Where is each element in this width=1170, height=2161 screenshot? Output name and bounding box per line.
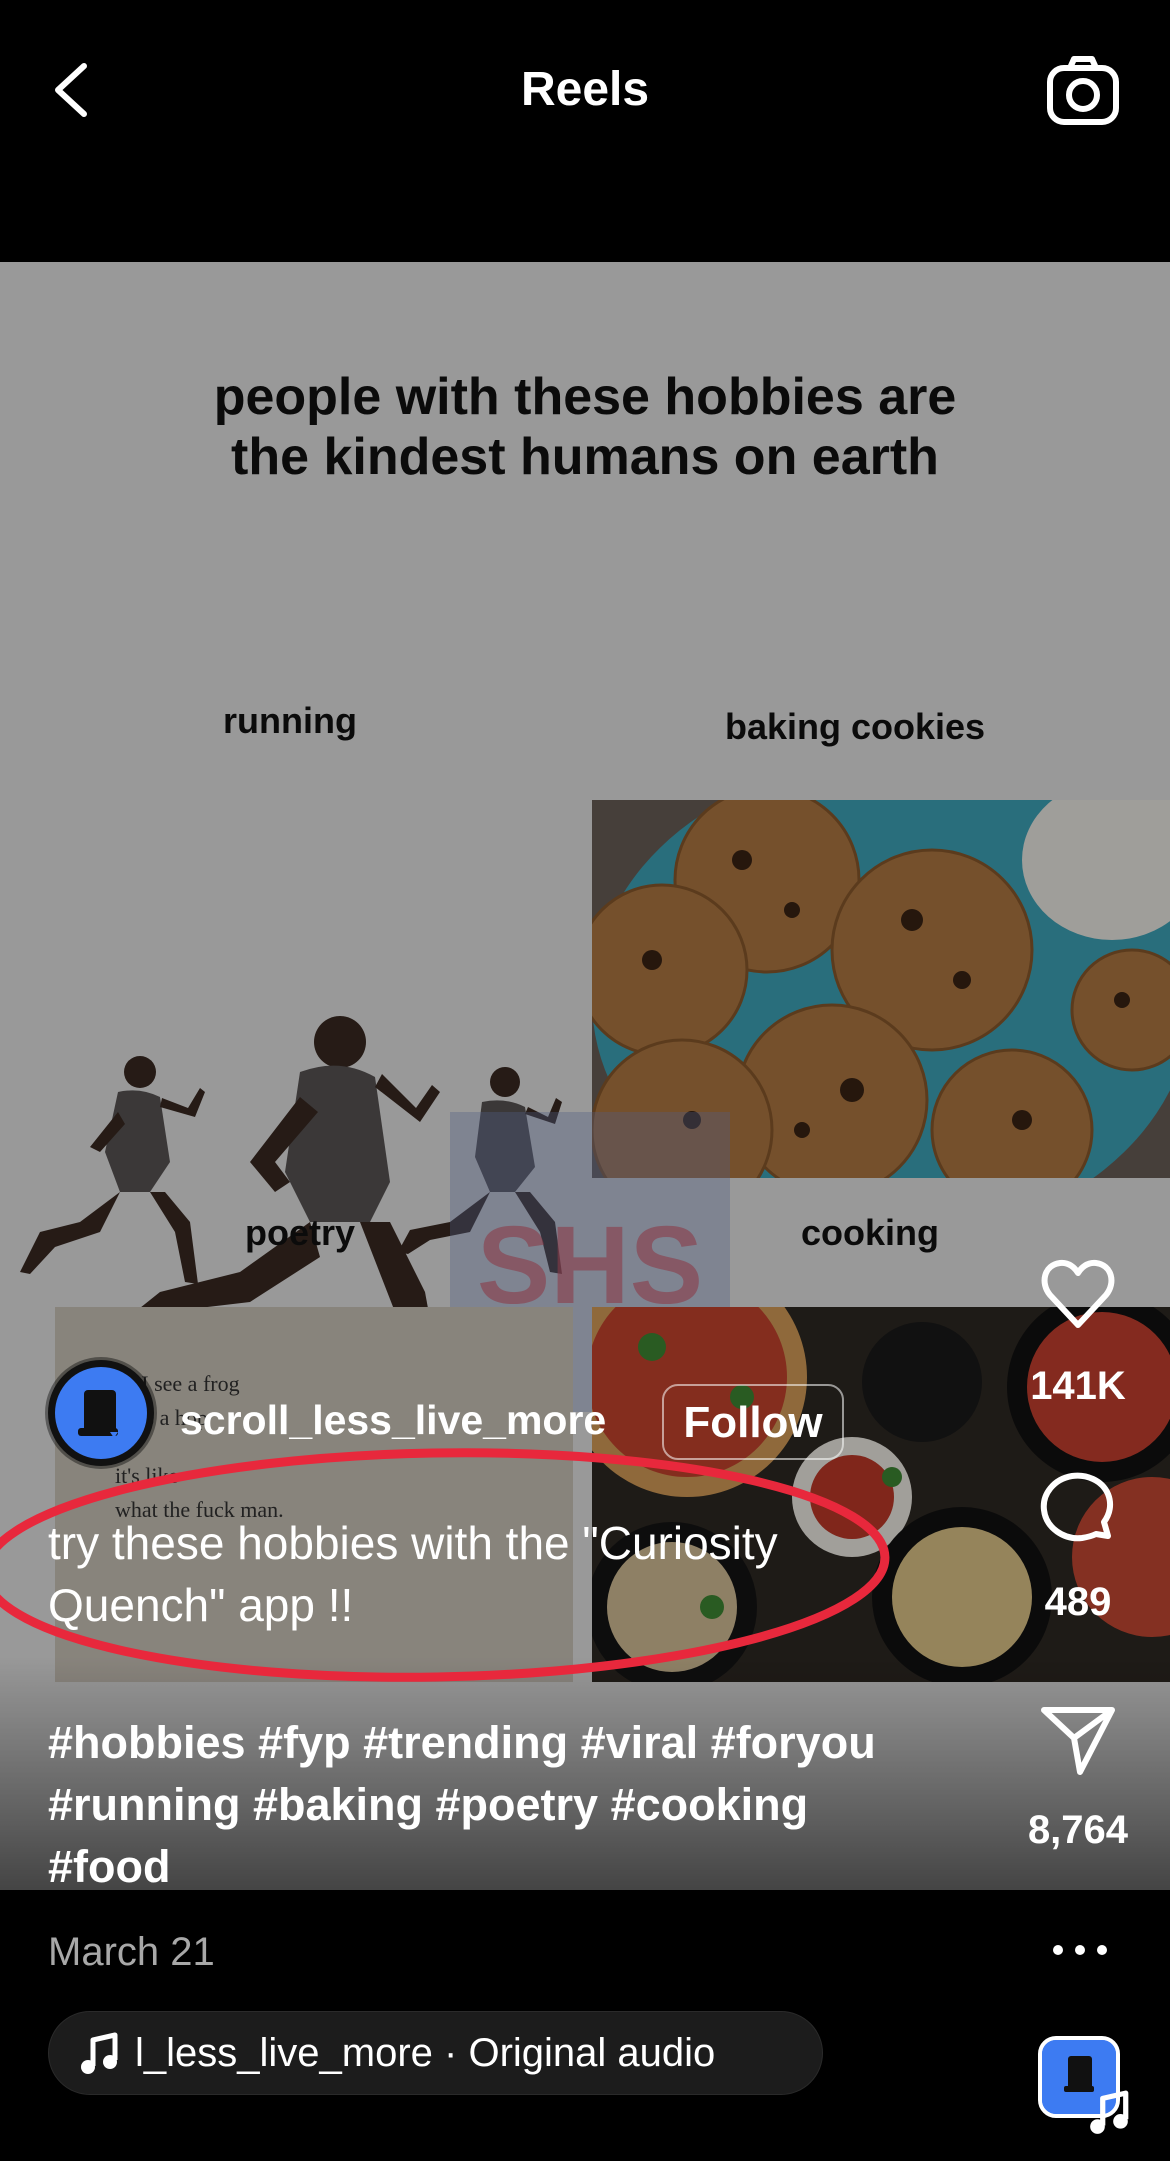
post-date: March 21	[48, 1930, 215, 1974]
comments-count: 489	[1044, 1580, 1112, 1624]
more-horizontal-icon[interactable]	[1050, 1940, 1110, 1960]
annotation-ellipse	[0, 1448, 890, 1682]
username[interactable]: scroll_less_live_more	[180, 1397, 606, 1444]
likes-count: 141K	[1030, 1364, 1126, 1408]
shares-count: 8,764	[1027, 1808, 1129, 1852]
heart-icon[interactable]	[1038, 1255, 1118, 1335]
comment-icon[interactable]	[1038, 1470, 1118, 1550]
hashtags-line-3: #food	[48, 1841, 171, 1892]
hashtags-line-2: #running #baking #poetry #cooking	[48, 1779, 809, 1830]
music-note-icon	[1090, 2090, 1129, 2134]
audio-pill[interactable]: l_less_live_more · Original audio	[48, 2011, 823, 2095]
hashtags[interactable]: #hobbies #fyp #trending #viral #foryou #…	[48, 1712, 1008, 1898]
music-note-icon	[81, 2032, 118, 2074]
hashtags-line-1: #hobbies #fyp #trending #viral #foryou	[48, 1717, 876, 1768]
share-icon[interactable]	[1038, 1700, 1118, 1780]
page-title: Reels	[520, 63, 650, 116]
audio-label: l_less_live_more · Original audio	[135, 2031, 716, 2075]
top-bar: Reels	[0, 0, 1170, 262]
camera-icon[interactable]	[1046, 54, 1120, 128]
